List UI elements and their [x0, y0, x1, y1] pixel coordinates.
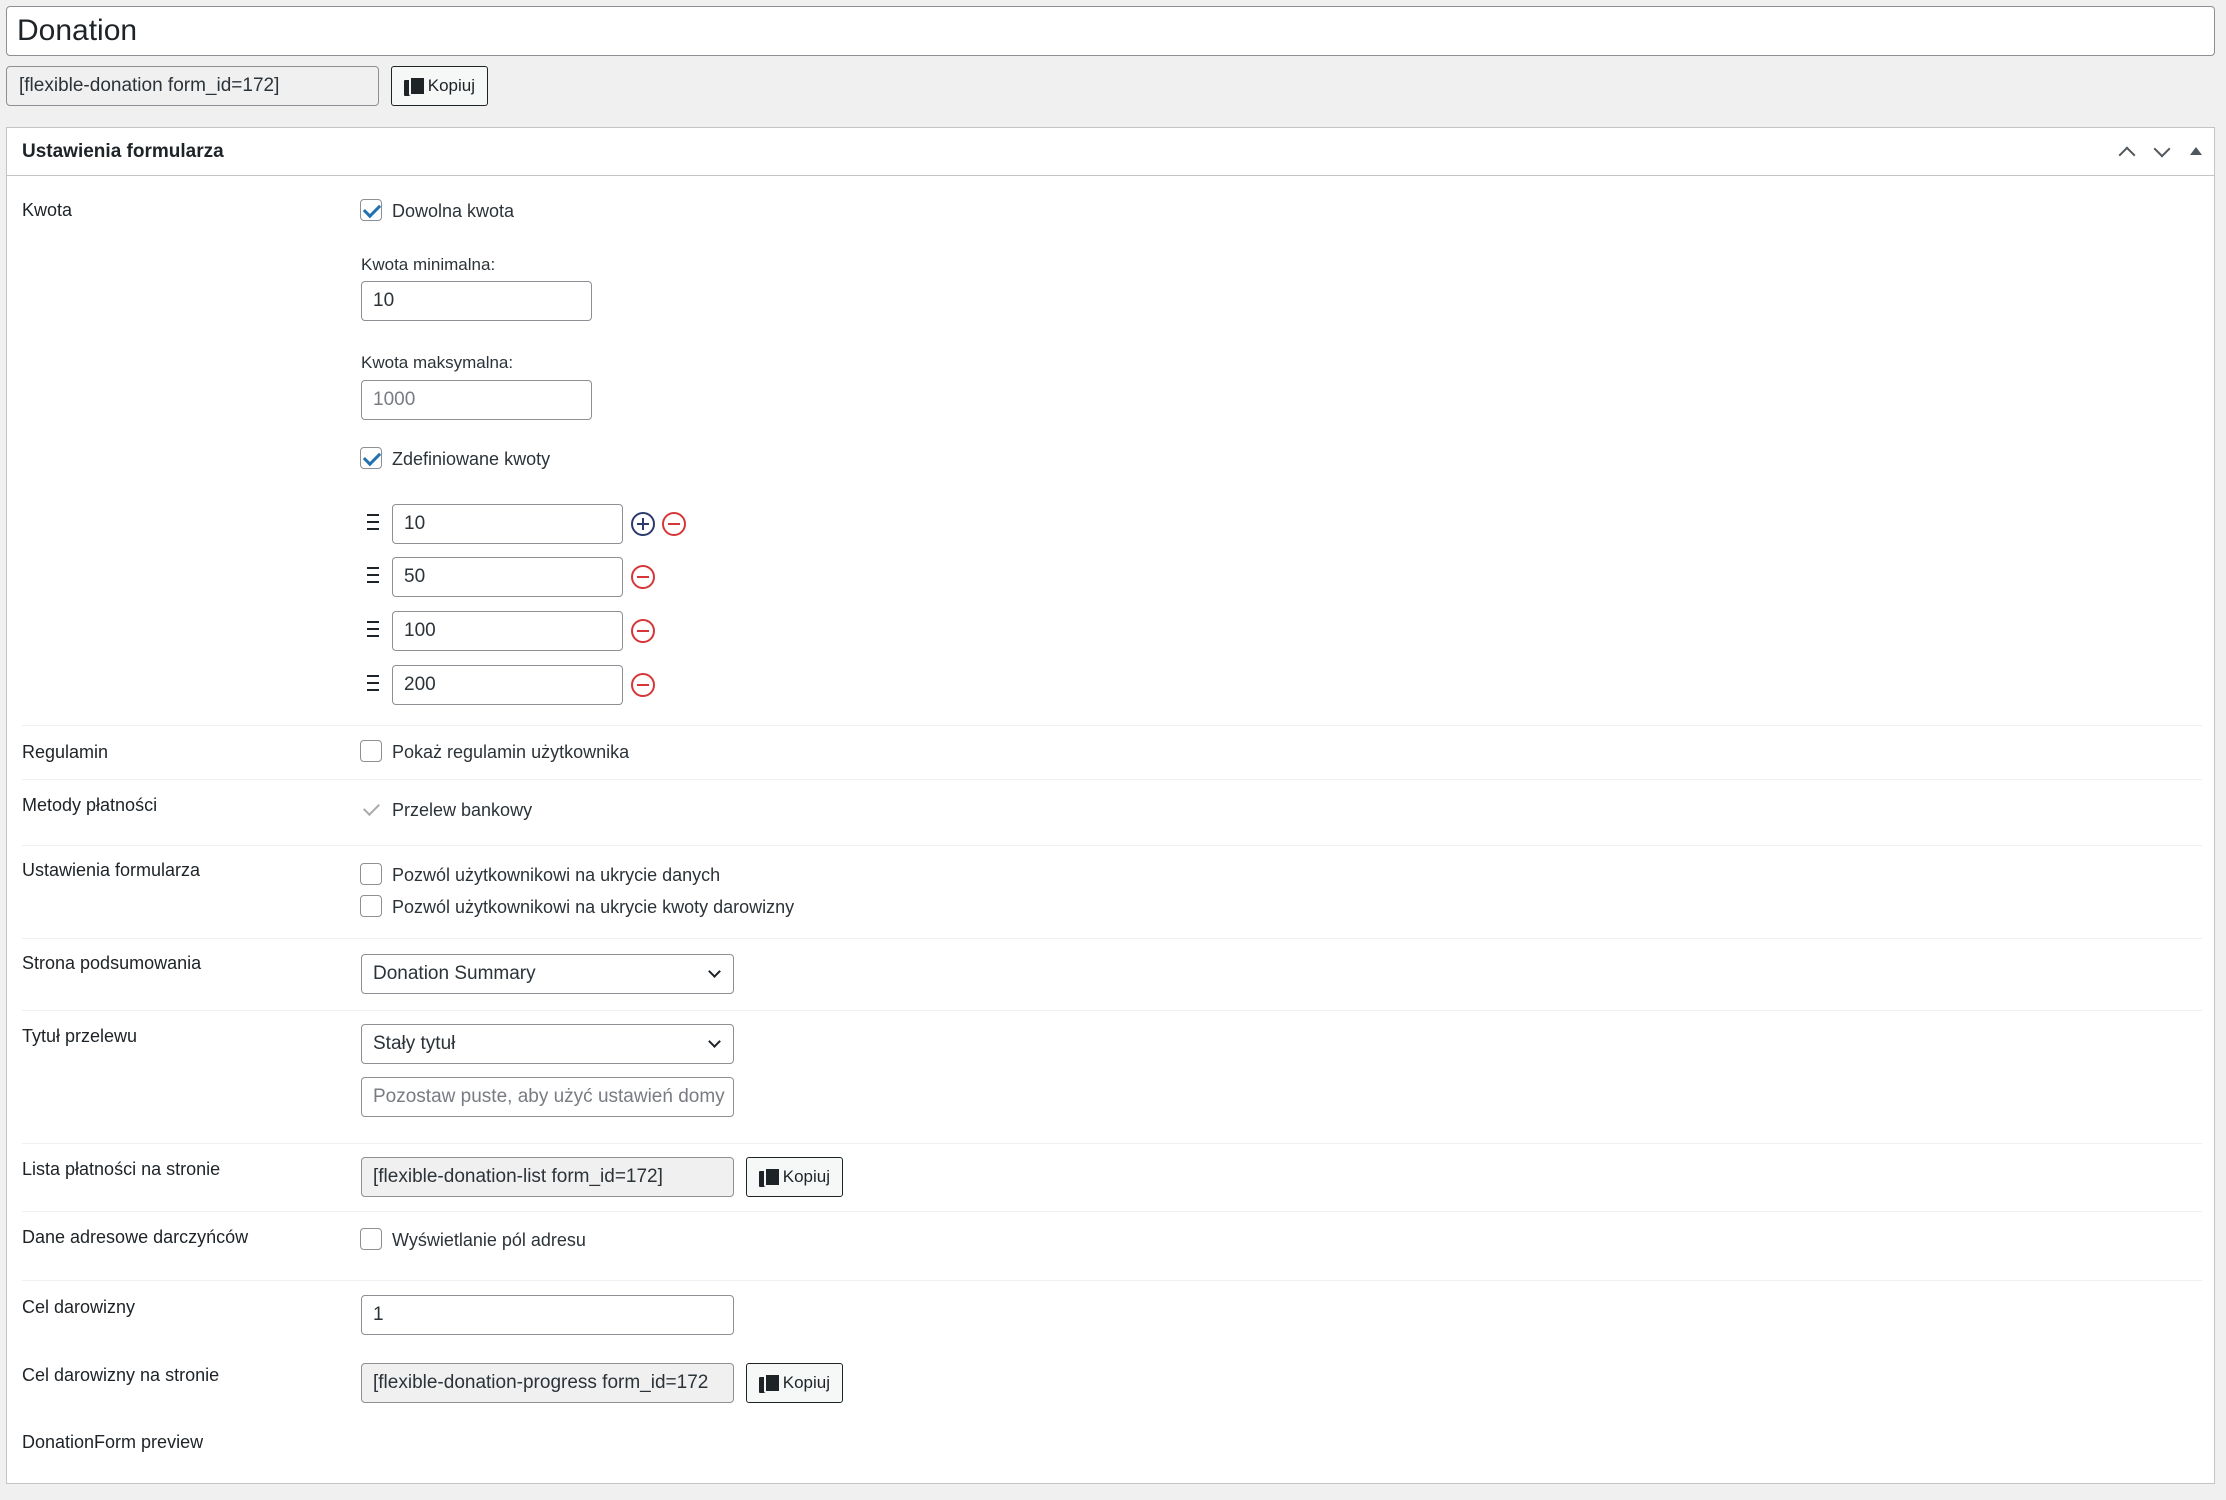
add-amount-button[interactable]	[631, 512, 655, 536]
payment-list-shortcode-field[interactable]: [flexible-donation-list form_id=172]	[361, 1157, 734, 1197]
max-amount-label: Kwota maksymalna:	[361, 353, 514, 372]
row-divider	[22, 1280, 2202, 1281]
copy-icon	[759, 1373, 781, 1393]
hide-data-label: Pozwól użytkownikowi na ukrycie danych	[392, 865, 721, 885]
show-address-checkbox[interactable]	[360, 1228, 382, 1250]
transfer-title-input[interactable]: Pozostaw puste, aby użyć ustawień domy	[361, 1077, 734, 1117]
min-amount-label: Kwota minimalna:	[361, 255, 496, 274]
remove-amount-button-3[interactable]	[631, 619, 655, 643]
toggle-panel-button[interactable]	[2182, 138, 2210, 166]
row-divider	[22, 725, 2202, 726]
copy-icon	[759, 1167, 781, 1187]
form-settings-panel: Ustawienia formularza Kwota Dowolna kwot…	[6, 127, 2215, 1484]
panel-header: Ustawienia formularza	[7, 128, 2214, 176]
donation-goal-page-label: Cel darowizny na stronie	[22, 1365, 220, 1385]
row-divider	[22, 1143, 2202, 1144]
donation-form-preview-label: DonationForm preview	[22, 1432, 204, 1452]
copy-shortcode-button[interactable]: Kopiuj	[391, 66, 488, 106]
post-title-input[interactable]: Donation	[6, 6, 2215, 56]
show-address-label: Wyświetlanie pól adresu	[392, 1230, 586, 1250]
remove-amount-button-4[interactable]	[631, 673, 655, 697]
copy-button-label: Kopiuj	[782, 1373, 830, 1392]
row-divider	[22, 1010, 2202, 1011]
kwota-label: Kwota	[22, 200, 73, 220]
progress-shortcode-field[interactable]: [flexible-donation-progress form_id=172	[361, 1363, 734, 1403]
copy-list-shortcode-button[interactable]: Kopiuj	[746, 1157, 843, 1197]
show-terms-label: Pokaż regulamin użytkownika	[392, 742, 630, 762]
any-amount-checkbox[interactable]	[360, 199, 382, 221]
chevron-down-icon	[708, 1035, 721, 1048]
panel-title: Ustawienia formularza	[22, 141, 224, 162]
payment-list-label: Lista płatności na stronie	[22, 1159, 221, 1179]
remove-amount-button-2[interactable]	[631, 565, 655, 589]
hide-amount-label: Pozwól użytkownikowi na ukrycie kwoty da…	[392, 897, 795, 917]
row-divider	[22, 1211, 2202, 1212]
copy-icon	[404, 76, 426, 96]
show-terms-checkbox[interactable]	[360, 740, 382, 762]
drag-handle-icon[interactable]	[367, 567, 381, 585]
bank-transfer-checkbox	[360, 798, 382, 820]
copy-button-label: Kopiuj	[782, 1167, 830, 1186]
remove-amount-button-1[interactable]	[662, 512, 686, 536]
regulamin-label: Regulamin	[22, 742, 109, 762]
chevron-down-icon	[708, 965, 721, 978]
min-amount-input[interactable]: 10	[361, 281, 592, 321]
drag-handle-icon[interactable]	[367, 514, 381, 532]
summary-page-select[interactable]: Donation Summary	[361, 954, 734, 994]
payment-methods-label: Metody płatności	[22, 795, 158, 815]
transfer-title-selected: Stały tytuł	[373, 1033, 456, 1054]
transfer-title-select[interactable]: Stały tytuł	[361, 1024, 734, 1064]
row-divider	[22, 779, 2202, 780]
summary-page-label: Strona podsumowania	[22, 953, 202, 973]
donation-goal-label: Cel darowizny	[22, 1297, 136, 1317]
donation-goal-input[interactable]: 1	[361, 1295, 734, 1335]
donor-address-label: Dane adresowe darczyńców	[22, 1227, 249, 1247]
predefined-amounts-label: Zdefiniowane kwoty	[392, 449, 551, 469]
drag-handle-icon[interactable]	[367, 621, 381, 639]
predefined-amounts-checkbox[interactable]	[360, 447, 382, 469]
hide-amount-checkbox[interactable]	[360, 895, 382, 917]
amount-input-4[interactable]: 200	[392, 665, 623, 705]
move-down-button[interactable]	[2148, 138, 2176, 166]
amount-input-2[interactable]: 50	[392, 557, 623, 597]
chevron-up-icon	[2118, 146, 2136, 164]
triangle-up-icon	[2190, 147, 2202, 155]
max-amount-input[interactable]: 1000	[361, 380, 592, 420]
row-divider	[22, 845, 2202, 846]
bank-transfer-label: Przelew bankowy	[392, 800, 533, 820]
drag-handle-icon[interactable]	[367, 675, 381, 693]
move-up-button[interactable]	[2113, 138, 2141, 166]
amount-input-1[interactable]: 10	[392, 504, 623, 544]
copy-button-label: Kopiuj	[427, 76, 475, 95]
hide-data-checkbox[interactable]	[360, 863, 382, 885]
any-amount-label: Dowolna kwota	[392, 201, 515, 221]
transfer-title-label: Tytuł przelewu	[22, 1026, 138, 1046]
amount-input-3[interactable]: 100	[392, 611, 623, 651]
form-settings-label: Ustawienia formularza	[22, 860, 201, 880]
chevron-down-icon	[2153, 140, 2171, 158]
summary-page-selected: Donation Summary	[373, 963, 536, 984]
row-divider	[22, 938, 2202, 939]
form-shortcode-field[interactable]: [flexible-donation form_id=172]	[6, 66, 379, 106]
copy-progress-shortcode-button[interactable]: Kopiuj	[746, 1363, 843, 1403]
